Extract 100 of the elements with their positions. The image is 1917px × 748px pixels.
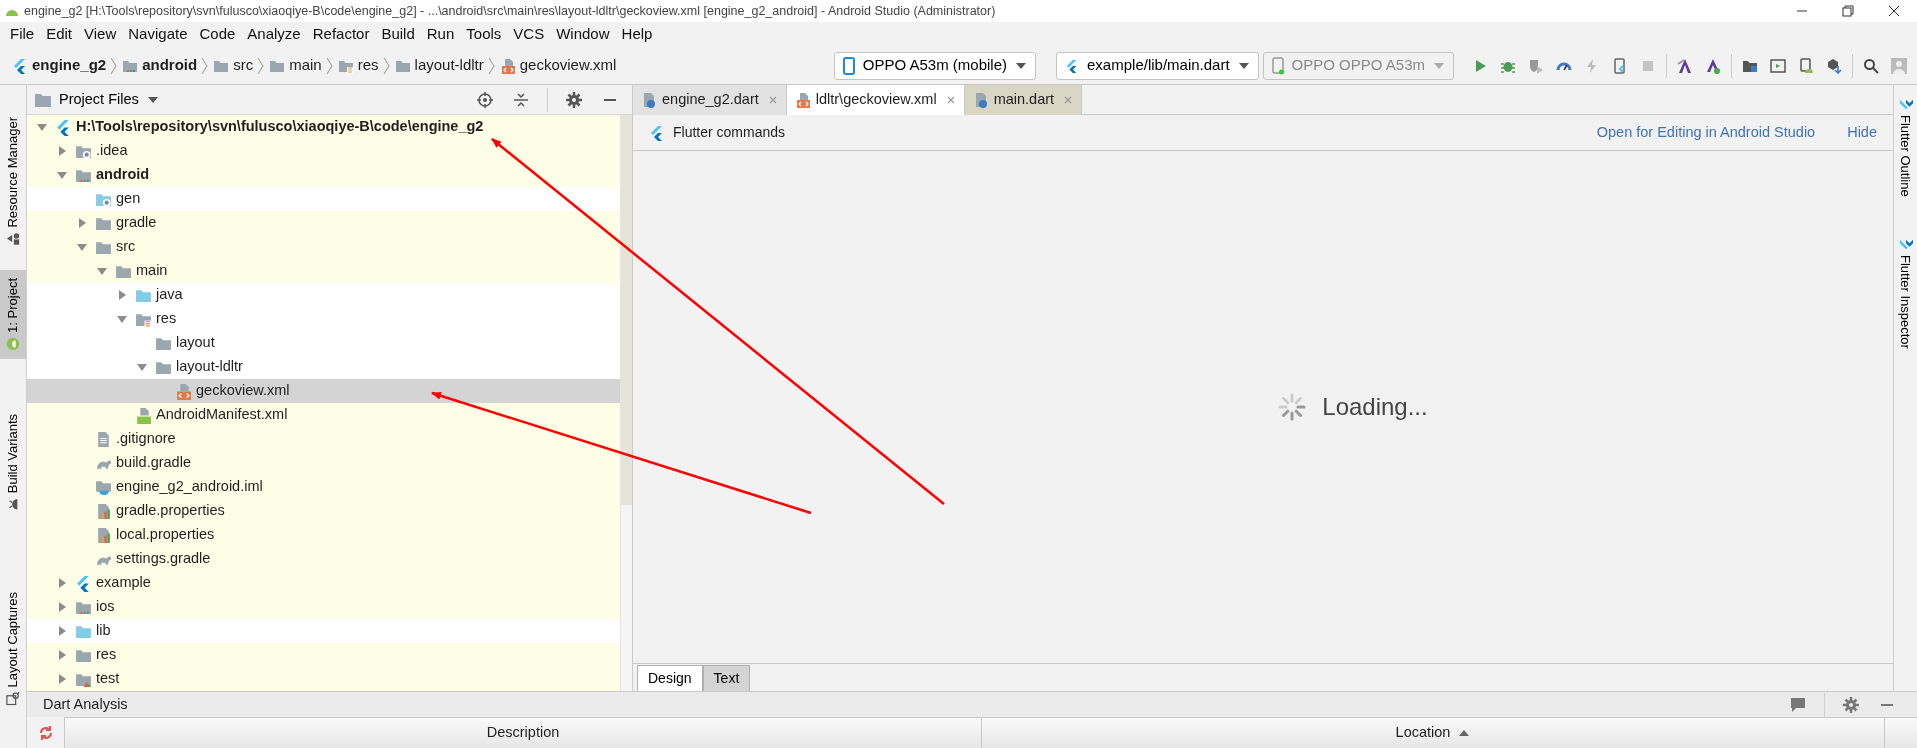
editor-mode-tab[interactable]: Text — [702, 665, 751, 691]
expanded-arrow-icon[interactable] — [56, 169, 68, 181]
expanded-arrow-icon[interactable] — [76, 241, 88, 253]
tree-row[interactable]: main — [27, 259, 620, 283]
letter-shape-icon[interactable] — [1677, 57, 1693, 74]
tree-row[interactable]: android — [27, 163, 620, 187]
breadcrumb-item[interactable]: main — [289, 54, 322, 77]
breadcrumb-item[interactable]: android — [142, 54, 198, 77]
expanded-arrow-icon[interactable] — [96, 265, 108, 277]
tree-row[interactable]: java — [27, 283, 620, 307]
banner-link[interactable]: Hide — [1847, 121, 1877, 144]
locate-icon[interactable] — [477, 91, 493, 108]
tree-row[interactable]: build.gradle — [27, 451, 620, 475]
editor-mode-tab[interactable]: Design — [637, 665, 703, 691]
banner-link[interactable]: Open for Editing in Android Studio — [1596, 121, 1816, 144]
menu-item[interactable]: File — [4, 23, 41, 46]
breadcrumb-item[interactable]: layout-ldltr — [414, 54, 484, 77]
refresh-icon[interactable] — [37, 724, 54, 741]
settings-icon[interactable] — [566, 91, 582, 108]
tool-window-tab[interactable]: Flutter Inspector — [1894, 228, 1917, 357]
sdk-download-icon[interactable] — [1826, 57, 1842, 74]
menu-item[interactable]: Code — [193, 23, 242, 46]
tree-row[interactable]: layout — [27, 331, 620, 355]
tool-window-tab[interactable]: Build Variants — [0, 406, 26, 560]
collapsed-arrow-icon[interactable] — [56, 145, 68, 157]
tool-window-tab[interactable]: 1: Project — [0, 269, 26, 359]
tree-row[interactable]: src — [27, 235, 620, 259]
menu-item[interactable]: Refactor — [306, 23, 376, 46]
tree-row[interactable]: lib — [27, 619, 620, 643]
tool-window-tab[interactable]: Resource Manager — [0, 109, 26, 254]
collapsed-arrow-icon[interactable] — [56, 601, 68, 613]
expanded-arrow-icon[interactable] — [136, 361, 148, 373]
expanded-arrow-icon[interactable] — [116, 313, 128, 325]
column-header[interactable]: Description — [65, 718, 982, 748]
settings-icon[interactable] — [1843, 696, 1859, 713]
collapsed-arrow-icon[interactable] — [76, 217, 88, 229]
tree-row[interactable]: res — [27, 307, 620, 331]
tree-row[interactable]: gradle — [27, 211, 620, 235]
terminal-window-icon[interactable] — [1770, 57, 1786, 74]
tool-window-tab[interactable]: Flutter Outline — [1894, 89, 1917, 205]
tree-row[interactable]: local.properties — [27, 523, 620, 547]
menu-item[interactable]: Build — [375, 23, 421, 46]
collapsed-arrow-icon[interactable] — [56, 577, 68, 589]
breadcrumb-item[interactable]: geckoview.xml — [519, 54, 617, 77]
user-silhouette-icon[interactable] — [1891, 57, 1907, 74]
menu-item[interactable]: Tools — [460, 23, 508, 46]
breadcrumb-item[interactable]: engine_g2 — [32, 54, 107, 77]
tree-row[interactable]: settings.gradle — [27, 547, 620, 571]
chevron-icon — [257, 56, 266, 75]
menu-item[interactable]: Edit — [40, 23, 79, 46]
tree-row[interactable]: AndroidManifest.xml — [27, 403, 620, 427]
folder-icon — [35, 92, 51, 107]
properties-file-icon — [95, 526, 112, 544]
menu-item[interactable]: Analyze — [241, 23, 307, 46]
collapsed-arrow-icon[interactable] — [56, 673, 68, 685]
tree-row[interactable]: gradle.properties — [27, 499, 620, 523]
chevron-icon — [201, 56, 210, 75]
menu-item[interactable]: Window — [550, 23, 616, 46]
comment-icon[interactable] — [1790, 696, 1806, 713]
tree-row[interactable]: res — [27, 643, 620, 667]
collapsed-arrow-icon[interactable] — [56, 649, 68, 661]
collapsed-arrow-icon[interactable] — [116, 289, 128, 301]
phone-flutter-icon[interactable] — [1612, 57, 1628, 74]
tree-row[interactable]: gen — [27, 187, 620, 211]
close-icon[interactable] — [1886, 3, 1902, 19]
tree-row[interactable]: H:\Tools\repository\svn\fulusco\xiaoqiye-B\code\engine_g2 — [27, 115, 620, 139]
tree-row[interactable]: example — [27, 571, 620, 595]
device-dropdown[interactable]: OPPO A53m (mobile) — [833, 51, 1037, 80]
scrollbar-thumb[interactable] — [621, 115, 632, 505]
search-icon[interactable] — [1863, 57, 1879, 74]
avd-manager-icon[interactable] — [1798, 57, 1814, 74]
menu-item[interactable]: Navigate — [122, 23, 194, 46]
editor-tab[interactable]: ldltr\geckoview.xml — [786, 85, 965, 115]
tree-row[interactable]: .idea — [27, 139, 620, 163]
collapsed-arrow-icon[interactable] — [56, 625, 68, 637]
letter-refresh-icon[interactable] — [1705, 57, 1721, 74]
restore-icon[interactable] — [1840, 3, 1856, 19]
menu-item[interactable]: Help — [615, 23, 659, 46]
editor-tab[interactable]: main.dart — [964, 85, 1083, 115]
editor-tab[interactable]: engine_g2.dart — [633, 85, 787, 115]
menu-item[interactable]: Run — [420, 23, 461, 46]
menu-item[interactable]: View — [78, 23, 123, 46]
tree-row[interactable]: geckoview.xml — [27, 379, 620, 403]
project-view-dropdown[interactable]: Project Files — [35, 88, 159, 111]
shield-play-icon[interactable] — [1528, 57, 1544, 74]
tree-row[interactable]: test — [27, 667, 620, 691]
expanded-arrow-icon[interactable] — [36, 121, 48, 133]
breadcrumb-item[interactable]: res — [357, 54, 379, 77]
tree-row[interactable]: .gitignore — [27, 427, 620, 451]
collapse-all-icon[interactable] — [513, 91, 529, 108]
run-config-dropdown[interactable]: example/lib/main.dart — [1056, 51, 1259, 80]
window-title: engine_g2 [H:\Tools\repository\svn\fulusco\xiaoqiye-B\code\engine_g2] - ...\android\src\main\res\layout-ldltr\geckoview.xml [engine_g2_android] - Android Studio (Administrator) — [24, 2, 997, 20]
breadcrumb-item[interactable]: src — [233, 54, 254, 77]
tree-row[interactable]: engine_g2_android.iml — [27, 475, 620, 499]
menu-item[interactable]: VCS — [507, 23, 551, 46]
properties-file-icon — [95, 502, 112, 520]
tree-row[interactable]: layout-ldltr — [27, 355, 620, 379]
tool-window-tab[interactable]: Layout Captures — [0, 583, 26, 714]
column-header[interactable]: Location — [982, 718, 1885, 748]
tree-row[interactable]: ios — [27, 595, 620, 619]
